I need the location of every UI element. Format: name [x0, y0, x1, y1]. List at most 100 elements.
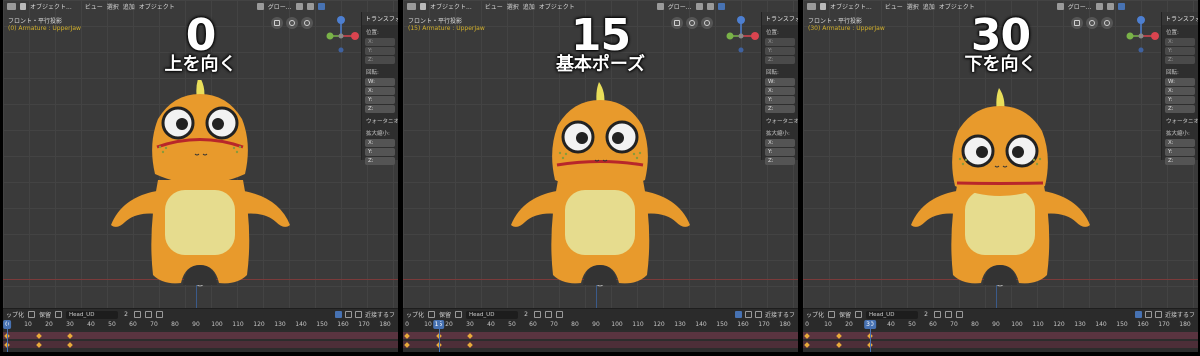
- navigation-gizmo[interactable]: [721, 14, 761, 54]
- menu-object[interactable]: オブジェクト: [139, 2, 175, 11]
- location-z-field[interactable]: Z:: [765, 56, 795, 64]
- rotation-z-field[interactable]: Z:: [765, 105, 795, 113]
- navigation-gizmo[interactable]: [321, 14, 361, 54]
- menu-add[interactable]: 追加: [523, 2, 535, 11]
- orientation-icon[interactable]: [656, 2, 664, 10]
- scale-z-field[interactable]: Z:: [1165, 157, 1195, 165]
- snap-toggle[interactable]: ップ化: [406, 310, 424, 319]
- transform-header[interactable]: トランスフォーム: [1162, 12, 1198, 25]
- rotation-z-field[interactable]: Z:: [365, 105, 395, 113]
- pan-hand-icon[interactable]: [1086, 17, 1098, 29]
- action-name-field[interactable]: Head_UD: [866, 310, 919, 319]
- location-y-field[interactable]: Y:: [765, 47, 795, 55]
- action-icon[interactable]: [855, 311, 863, 318]
- location-y-field[interactable]: Y:: [1165, 47, 1195, 55]
- snap-magnet-icon[interactable]: [354, 311, 362, 318]
- unlink-action-icon[interactable]: [556, 311, 564, 318]
- rotation-x-field[interactable]: X:: [765, 87, 795, 95]
- zoom-icon[interactable]: [301, 17, 313, 29]
- rotation-w-field[interactable]: W:: [365, 78, 395, 86]
- grid-toggle-icon[interactable]: [671, 17, 683, 29]
- zoom-icon[interactable]: [701, 17, 713, 29]
- rotation-y-field[interactable]: Y:: [765, 96, 795, 104]
- scale-z-field[interactable]: Z:: [365, 157, 395, 165]
- snap-icon[interactable]: [706, 2, 714, 10]
- scale-x-field[interactable]: X:: [1165, 139, 1195, 147]
- track-row-channel[interactable]: [403, 341, 798, 348]
- filter-icon[interactable]: [344, 311, 352, 318]
- keep-icon[interactable]: [428, 311, 436, 318]
- playhead-line[interactable]: [7, 320, 8, 352]
- scale-y-field[interactable]: Y:: [365, 148, 395, 156]
- rotation-x-field[interactable]: X:: [365, 87, 395, 95]
- mode-dropdown[interactable]: オブジェクト...: [830, 2, 872, 11]
- fake-user-icon[interactable]: [145, 311, 153, 318]
- editor-type-icon[interactable]: [807, 2, 816, 10]
- duplicate-action-icon[interactable]: [534, 311, 542, 318]
- snap-toggle[interactable]: ップ化: [806, 310, 824, 319]
- proportional-icon[interactable]: [717, 2, 725, 10]
- filter-icon[interactable]: [1144, 311, 1152, 318]
- scale-x-field[interactable]: X:: [765, 139, 795, 147]
- unlink-action-icon[interactable]: [956, 311, 964, 318]
- select-cursor-icon[interactable]: [334, 311, 342, 318]
- fake-user-icon[interactable]: [945, 311, 953, 318]
- proportional-icon[interactable]: [1117, 2, 1125, 10]
- rotation-x-field[interactable]: X:: [1165, 87, 1195, 95]
- 3d-viewport[interactable]: オブジェクト... ビュー 選択 追加 オブジェクト グロー... フロント・平…: [803, 0, 1198, 308]
- scale-x-field[interactable]: X:: [365, 139, 395, 147]
- scale-z-field[interactable]: Z:: [765, 157, 795, 165]
- pan-hand-icon[interactable]: [686, 17, 698, 29]
- snap-toggle[interactable]: ップ化: [6, 310, 24, 319]
- keep-toggle[interactable]: 保留: [839, 310, 851, 319]
- keyframe-tracks[interactable]: [403, 330, 798, 352]
- menu-object[interactable]: オブジェクト: [539, 2, 575, 11]
- menu-select[interactable]: 選択: [107, 2, 119, 11]
- keyframe-tracks[interactable]: [3, 330, 398, 352]
- menu-view[interactable]: ビュー: [85, 2, 103, 11]
- keyframe-tracks[interactable]: [803, 330, 1198, 352]
- keep-icon[interactable]: [828, 311, 836, 318]
- track-row-channel[interactable]: [3, 341, 398, 348]
- menu-add[interactable]: 追加: [123, 2, 135, 11]
- scale-y-field[interactable]: Y:: [1165, 148, 1195, 156]
- action-icon[interactable]: [55, 311, 63, 318]
- duplicate-action-icon[interactable]: [134, 311, 142, 318]
- mode-icon[interactable]: [20, 2, 26, 10]
- menu-view[interactable]: ビュー: [885, 2, 903, 11]
- location-y-field[interactable]: Y:: [365, 47, 395, 55]
- track-row-summary[interactable]: [803, 332, 1198, 339]
- frame-ruler[interactable]: 0102030405060708090100110120130140150160…: [803, 320, 1198, 330]
- menu-select[interactable]: 選択: [507, 2, 519, 11]
- keep-toggle[interactable]: 保留: [39, 310, 51, 319]
- rotation-z-field[interactable]: Z:: [1165, 105, 1195, 113]
- proportional-icon[interactable]: [317, 2, 325, 10]
- mode-dropdown[interactable]: オブジェクト...: [30, 2, 72, 11]
- snap-magnet-icon[interactable]: [754, 311, 762, 318]
- scale-y-field[interactable]: Y:: [765, 148, 795, 156]
- snap-icon[interactable]: [1106, 2, 1114, 10]
- location-x-field[interactable]: X:: [1165, 38, 1195, 46]
- transform-header[interactable]: トランスフォーム: [762, 12, 798, 25]
- action-name-field[interactable]: Head_UD: [66, 310, 119, 319]
- grid-toggle-icon[interactable]: [1071, 17, 1083, 29]
- rotation-y-field[interactable]: Y:: [365, 96, 395, 104]
- pivot-icon[interactable]: [695, 2, 703, 10]
- orientation-dropdown[interactable]: グロー...: [668, 2, 692, 11]
- editor-type-icon[interactable]: [7, 2, 16, 10]
- track-row-summary[interactable]: [403, 332, 798, 339]
- mode-icon[interactable]: [420, 2, 426, 10]
- snap-mode-dropdown[interactable]: 近接するフ: [1165, 310, 1195, 319]
- grid-toggle-icon[interactable]: [271, 17, 283, 29]
- menu-object[interactable]: オブジェクト: [939, 2, 975, 11]
- editor-type-icon[interactable]: [407, 2, 416, 10]
- keep-icon[interactable]: [28, 311, 36, 318]
- transform-header[interactable]: トランスフォーム: [362, 12, 398, 25]
- zoom-icon[interactable]: [1101, 17, 1113, 29]
- filter-icon[interactable]: [744, 311, 752, 318]
- keep-toggle[interactable]: 保留: [439, 310, 451, 319]
- unlink-action-icon[interactable]: [156, 311, 164, 318]
- mode-icon[interactable]: [820, 2, 826, 10]
- action-name-field[interactable]: Head_UD: [466, 310, 519, 319]
- track-row-channel[interactable]: [803, 341, 1198, 348]
